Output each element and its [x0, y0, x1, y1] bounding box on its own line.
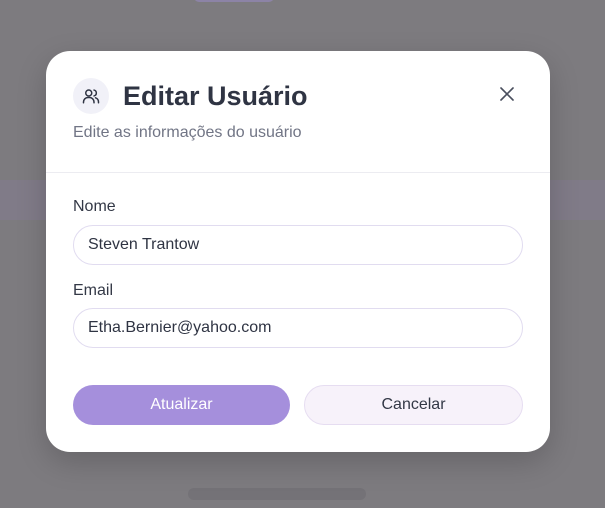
- email-label: Email: [73, 282, 114, 299]
- close-icon: [500, 87, 514, 101]
- name-label: Nome: [73, 198, 116, 215]
- background-text: [188, 488, 366, 500]
- cancel-button[interactable]: Cancelar: [304, 385, 523, 425]
- background-element: [194, 0, 274, 2]
- dialog-header: Editar Usuário Edite as informações do u…: [46, 51, 550, 173]
- users-icon: [73, 78, 109, 114]
- email-input[interactable]: [73, 308, 523, 348]
- dialog-title: Editar Usuário: [123, 81, 308, 111]
- update-button[interactable]: Atualizar: [73, 385, 290, 425]
- edit-user-dialog: Editar Usuário Edite as informações do u…: [46, 51, 550, 452]
- close-button[interactable]: [494, 81, 520, 107]
- dialog-subtitle: Edite as informações do usuário: [73, 124, 302, 141]
- name-input[interactable]: [73, 225, 523, 265]
